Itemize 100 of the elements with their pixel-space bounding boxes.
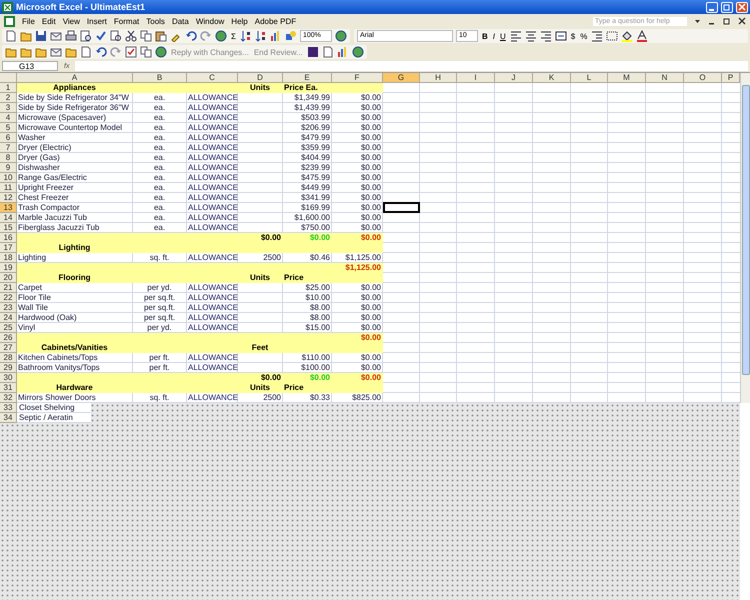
- name-box[interactable]: G13: [2, 61, 58, 71]
- row-header[interactable]: 29: [0, 363, 17, 373]
- scrollbar-thumb[interactable]: [742, 85, 750, 375]
- row-header[interactable]: 28: [0, 353, 17, 363]
- menu-item[interactable]: Edit: [42, 16, 56, 26]
- row-header[interactable]: 2: [0, 93, 17, 103]
- row-header[interactable]: 8: [0, 153, 17, 163]
- bold-button[interactable]: B: [480, 32, 489, 40]
- row-header[interactable]: 17: [0, 243, 17, 253]
- row-header[interactable]: 31: [0, 383, 17, 393]
- merge-center-icon[interactable]: [554, 30, 567, 42]
- save-icon[interactable]: [35, 30, 47, 42]
- row-header[interactable]: 24: [0, 313, 17, 323]
- spelling-icon[interactable]: [95, 30, 107, 42]
- sort-descending-icon[interactable]: [254, 30, 267, 42]
- spreadsheet-icon[interactable]: [4, 16, 15, 26]
- print-icon[interactable]: [65, 30, 77, 42]
- row-header[interactable]: 21: [0, 283, 17, 293]
- research-icon[interactable]: [110, 30, 122, 42]
- underline-button[interactable]: U: [498, 32, 507, 40]
- menu-item[interactable]: Help: [231, 16, 248, 26]
- column-header[interactable]: I: [457, 73, 495, 83]
- fill-color-icon[interactable]: [621, 30, 634, 42]
- undo-icon[interactable]: [95, 46, 107, 58]
- column-header[interactable]: L: [571, 73, 608, 83]
- menu-item[interactable]: Data: [172, 16, 189, 26]
- close-button[interactable]: [736, 2, 748, 12]
- menu-item[interactable]: Tools: [146, 16, 165, 26]
- row-header[interactable]: 34: [0, 413, 17, 423]
- copy-icon[interactable]: [140, 30, 152, 42]
- envelope-icon[interactable]: [50, 46, 62, 58]
- row-header[interactable]: 18: [0, 253, 17, 263]
- currency-button[interactable]: $: [570, 32, 576, 40]
- undo-icon[interactable]: [185, 30, 197, 42]
- align-center-icon[interactable]: [524, 30, 537, 42]
- folder-icon[interactable]: [5, 46, 17, 58]
- menu-item[interactable]: Format: [114, 16, 140, 26]
- dropdown-icon[interactable]: [694, 18, 701, 24]
- percent-button[interactable]: %: [579, 32, 588, 40]
- column-header[interactable]: P: [722, 73, 740, 83]
- paste-icon[interactable]: [155, 30, 167, 42]
- row-header[interactable]: 23: [0, 303, 17, 313]
- italic-button[interactable]: I: [492, 32, 496, 40]
- column-header[interactable]: M: [608, 73, 646, 83]
- new-document-icon[interactable]: [5, 30, 17, 42]
- chart-icon[interactable]: [270, 30, 282, 42]
- column-header[interactable]: H: [420, 73, 457, 83]
- row-header[interactable]: 30: [0, 373, 17, 383]
- folder-icon[interactable]: [20, 30, 32, 42]
- row-header[interactable]: 32: [0, 393, 17, 403]
- align-right-icon[interactable]: [540, 30, 552, 42]
- borders-icon[interactable]: [606, 30, 618, 42]
- column-header[interactable]: N: [646, 73, 684, 83]
- maximize-button[interactable]: [721, 2, 733, 12]
- cut-icon[interactable]: [125, 30, 137, 42]
- envelope-icon[interactable]: [50, 30, 62, 42]
- menu-item[interactable]: Insert: [86, 16, 107, 26]
- minimize-button[interactable]: [706, 2, 718, 12]
- row-header[interactable]: 25: [0, 323, 17, 333]
- column-header[interactable]: B: [133, 73, 187, 83]
- folder-icon[interactable]: [20, 46, 32, 58]
- column-header[interactable]: K: [533, 73, 571, 83]
- column-header[interactable]: F: [332, 73, 383, 83]
- print-preview-icon[interactable]: [80, 30, 92, 42]
- row-header[interactable]: 15: [0, 223, 17, 233]
- document-icon[interactable]: [80, 46, 92, 58]
- vertical-scrollbar[interactable]: [740, 73, 750, 403]
- drawing-icon[interactable]: [284, 30, 297, 42]
- row-header[interactable]: 12: [0, 193, 17, 203]
- row-header[interactable]: 5: [0, 123, 17, 133]
- row-header[interactable]: 22: [0, 293, 17, 303]
- folder-icon[interactable]: [35, 46, 47, 58]
- row-header[interactable]: 27: [0, 343, 17, 353]
- column-header[interactable]: A: [17, 73, 133, 83]
- color-swatch-icon[interactable]: [306, 46, 319, 58]
- row-header[interactable]: 19: [0, 263, 17, 273]
- chart-icon[interactable]: [336, 46, 349, 58]
- menu-item[interactable]: File: [22, 16, 35, 26]
- row-header[interactable]: 16: [0, 233, 17, 243]
- menu-item[interactable]: Adobe PDF: [254, 16, 296, 26]
- row-header[interactable]: 7: [0, 143, 17, 153]
- close-icon[interactable]: [738, 17, 746, 25]
- column-header[interactable]: J: [495, 73, 533, 83]
- row-header[interactable]: 6: [0, 133, 17, 143]
- copy-icon[interactable]: [140, 46, 152, 58]
- row-header[interactable]: 4: [0, 113, 17, 123]
- document-icon[interactable]: [322, 46, 334, 58]
- column-header[interactable]: D: [238, 73, 283, 83]
- column-header[interactable]: O: [684, 73, 722, 83]
- formula-field[interactable]: [75, 61, 748, 71]
- row-header[interactable]: 33: [0, 403, 17, 413]
- row-header[interactable]: 1: [0, 83, 17, 93]
- folder-icon[interactable]: [65, 46, 77, 58]
- row-header[interactable]: 26: [0, 333, 17, 343]
- row-header[interactable]: 20: [0, 273, 17, 283]
- menu-item[interactable]: Window: [196, 16, 224, 26]
- row-header[interactable]: 9: [0, 163, 17, 173]
- check-icon[interactable]: [125, 46, 137, 58]
- row-header[interactable]: 11: [0, 183, 17, 193]
- column-header[interactable]: C: [187, 73, 238, 83]
